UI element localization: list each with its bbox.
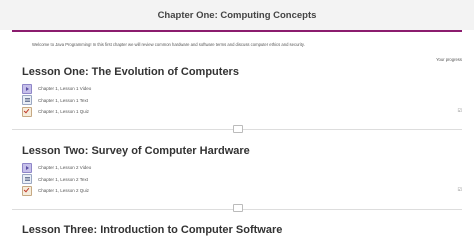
lesson-section: Lesson Three: Introduction to Computer S… (22, 224, 462, 236)
accent-bar (12, 30, 462, 32)
lesson-item-video[interactable]: Chapter 1, Lesson 1 Video (22, 83, 462, 95)
video-icon (22, 162, 32, 173)
lesson-item-quiz[interactable]: Chapter 1, Lesson 2 Quiz ☑ (22, 185, 462, 197)
collapse-toggle-icon[interactable] (233, 125, 243, 133)
quiz-icon (22, 106, 32, 117)
lesson-item-label[interactable]: Chapter 1, Lesson 1 Video (38, 86, 91, 91)
completed-check-icon: ☑ (457, 108, 462, 114)
lesson-item-text[interactable]: Chapter 1, Lesson 1 Text (22, 95, 462, 107)
lesson-item-label[interactable]: Chapter 1, Lesson 2 Text (38, 177, 88, 182)
lesson-item-label[interactable]: Chapter 1, Lesson 2 Video (38, 165, 91, 170)
lesson-item-video[interactable]: Chapter 1, Lesson 2 Video (22, 162, 462, 174)
lesson-item-label[interactable]: Chapter 1, Lesson 1 Text (38, 98, 88, 103)
quiz-icon (22, 185, 32, 196)
chapter-header: Chapter One: Computing Concepts (0, 0, 474, 30)
lesson-title[interactable]: Lesson One: The Evolution of Computers (22, 66, 462, 78)
lesson-item-label[interactable]: Chapter 1, Lesson 1 Quiz (38, 109, 89, 114)
page-title: Chapter One: Computing Concepts (157, 9, 317, 21)
video-icon (22, 83, 32, 94)
document-icon (22, 174, 32, 185)
document-icon (22, 95, 32, 106)
collapse-toggle-icon[interactable] (233, 204, 243, 212)
lesson-title[interactable]: Lesson Two: Survey of Computer Hardware (22, 145, 462, 157)
lesson-item-text[interactable]: Chapter 1, Lesson 2 Text (22, 174, 462, 186)
lesson-title[interactable]: Lesson Three: Introduction to Computer S… (22, 224, 462, 236)
progress-label: Your progress (436, 57, 462, 62)
lesson-section: Lesson Two: Survey of Computer Hardware … (22, 145, 462, 197)
lesson-section: Lesson One: The Evolution of Computers C… (22, 66, 462, 118)
lesson-item-label[interactable]: Chapter 1, Lesson 2 Quiz (38, 188, 89, 193)
lesson-item-quiz[interactable]: Chapter 1, Lesson 1 Quiz ☑ (22, 106, 462, 118)
chapter-intro: Welcome to Java Programming! In this fir… (32, 42, 305, 47)
completed-check-icon: ☑ (457, 187, 462, 193)
